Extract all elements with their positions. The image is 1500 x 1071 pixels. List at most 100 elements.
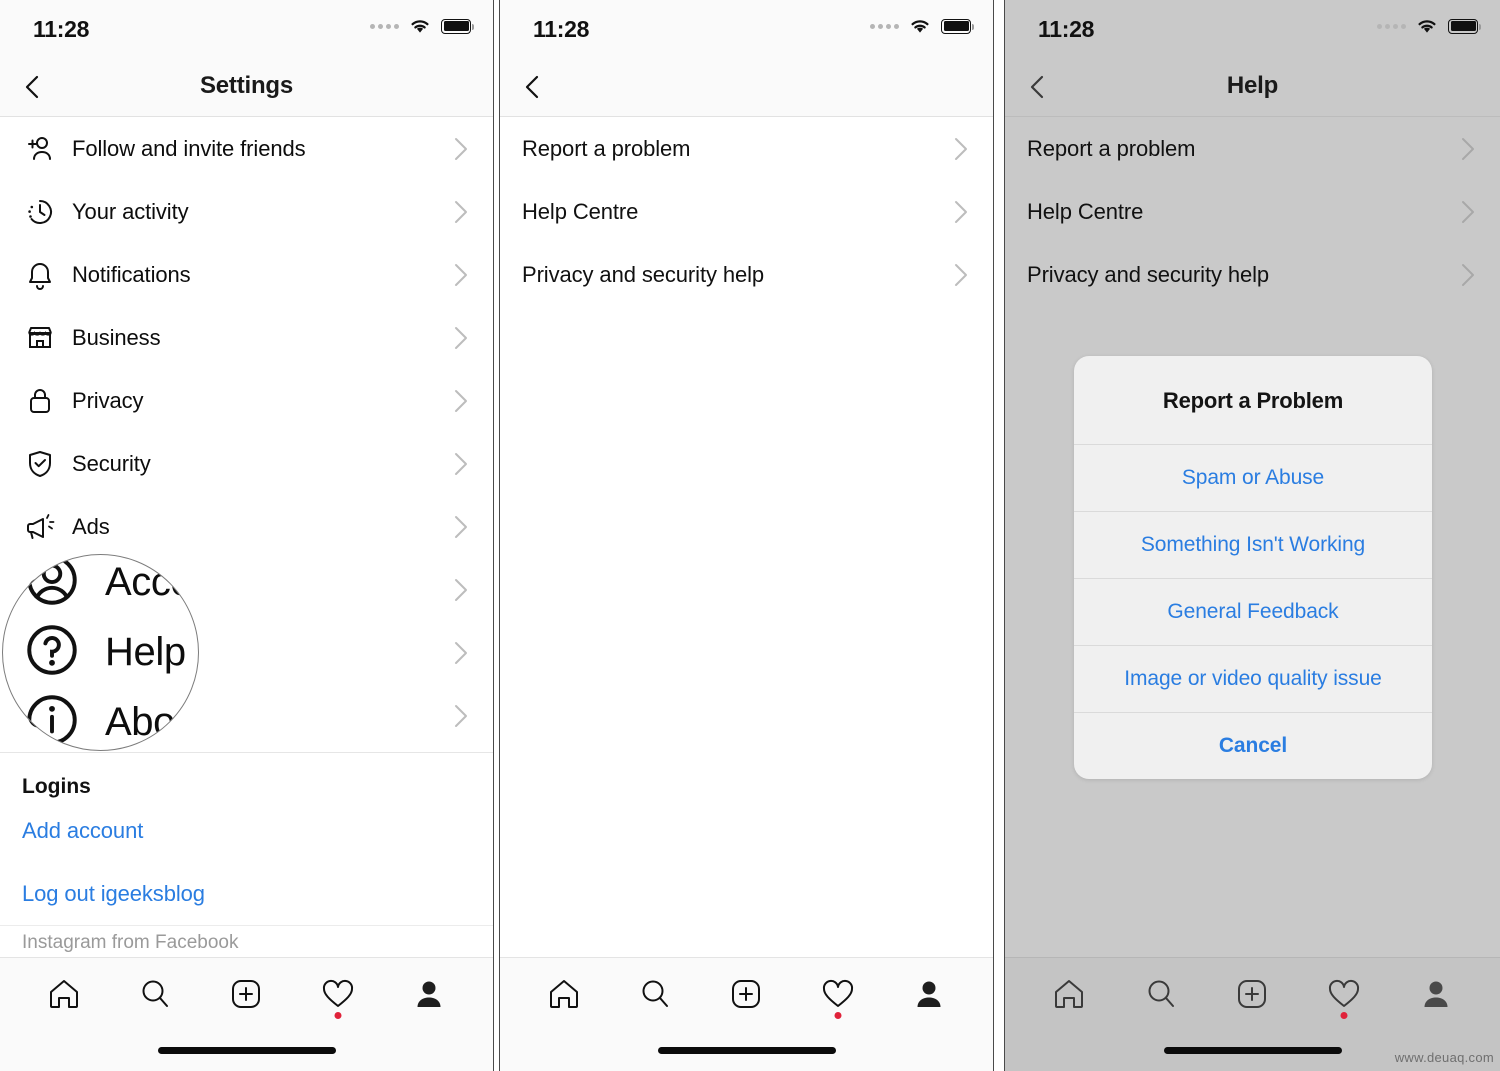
- tab-profile[interactable]: [905, 970, 953, 1018]
- panel-divider: [499, 0, 500, 1071]
- add-post-icon: [1238, 980, 1267, 1008]
- battery-icon: [941, 18, 974, 34]
- action-sheet-option-spam-abuse[interactable]: Spam or Abuse: [1074, 444, 1432, 511]
- settings-row-follow-invite[interactable]: Follow and invite friends: [0, 117, 493, 180]
- panel-divider: [1004, 0, 1005, 1071]
- tab-profile[interactable]: [1412, 970, 1460, 1018]
- tab-home[interactable]: [40, 970, 88, 1018]
- panel-divider: [993, 0, 994, 1071]
- chevron-right-icon: [1461, 263, 1475, 287]
- magnifier-help-label: Help: [105, 630, 186, 674]
- add-account-link[interactable]: Add account: [0, 799, 493, 862]
- settings-row-business[interactable]: Business: [0, 306, 493, 369]
- bottom-tab-bar: [0, 957, 493, 1071]
- help-row-privacy-security[interactable]: Privacy and security help: [500, 243, 993, 306]
- log-out-link[interactable]: Log out igeeksblog: [0, 862, 493, 925]
- tab-search[interactable]: [131, 970, 179, 1018]
- settings-row-label: Notifications: [72, 261, 191, 287]
- action-sheet-option-image-video-quality[interactable]: Image or video quality issue: [1074, 645, 1432, 712]
- status-time: 11:28: [1038, 16, 1095, 42]
- tab-add-post[interactable]: [722, 970, 770, 1018]
- status-bar: 11:28: [1005, 0, 1500, 58]
- chevron-right-icon: [454, 641, 468, 665]
- home-icon: [49, 980, 78, 1008]
- action-sheet-option-something-isnt-working[interactable]: Something Isn't Working: [1074, 511, 1432, 578]
- phone-panel-help-zoom: 11:28 Report a problem Help Centre Priva…: [500, 0, 993, 1071]
- clock-icon: [22, 197, 58, 227]
- action-sheet-cancel-button[interactable]: Cancel: [1074, 712, 1432, 779]
- chevron-right-icon: [454, 389, 468, 413]
- settings-row-your-activity[interactable]: Your activity: [0, 180, 493, 243]
- chevron-right-icon: [954, 263, 968, 287]
- settings-row-label: Follow and invite friends: [72, 135, 306, 161]
- bottom-tab-bar: [500, 957, 993, 1071]
- home-icon: [549, 980, 578, 1008]
- settings-row-ads[interactable]: Ads: [0, 495, 493, 558]
- battery-icon: [441, 18, 474, 34]
- settings-row-label: Privacy: [72, 387, 144, 413]
- tab-activity[interactable]: [314, 970, 362, 1019]
- action-sheet-title: Report a Problem: [1162, 388, 1344, 413]
- chevron-right-icon: [454, 578, 468, 602]
- status-bar: 11:28: [0, 0, 493, 58]
- help-row-help-centre[interactable]: Help Centre: [1005, 180, 1500, 243]
- chevron-right-icon: [454, 137, 468, 161]
- help-row-report-problem[interactable]: Report a problem: [1005, 117, 1500, 180]
- help-list: Report a problem Help Centre Privacy and…: [1005, 117, 1500, 306]
- settings-row-label: Your activity: [72, 198, 189, 224]
- nav-bar-help: Help: [1005, 58, 1500, 117]
- home-indicator: [1163, 1047, 1342, 1054]
- status-indicators: [370, 17, 474, 35]
- wifi-icon: [908, 17, 932, 35]
- settings-row-security[interactable]: Security: [0, 432, 493, 495]
- help-row-report-problem[interactable]: Report a problem: [500, 117, 993, 180]
- tab-search[interactable]: [631, 970, 679, 1018]
- help-row-privacy-security[interactable]: Privacy and security help: [1005, 243, 1500, 306]
- person-circle-icon: [21, 555, 83, 616]
- lock-icon: [22, 386, 58, 416]
- status-bar: 11:28: [500, 0, 993, 58]
- action-sheet-option-general-feedback[interactable]: General Feedback: [1074, 578, 1432, 645]
- profile-icon: [417, 981, 441, 1007]
- profile-icon: [917, 981, 941, 1007]
- status-indicators: [1377, 17, 1481, 35]
- activity-badge-dot: [834, 1012, 842, 1019]
- tab-home[interactable]: [1045, 970, 1093, 1018]
- shield-check-icon: [22, 449, 58, 479]
- tab-add-post[interactable]: [222, 970, 270, 1018]
- settings-row-notifications[interactable]: Notifications: [0, 243, 493, 306]
- tab-home[interactable]: [540, 970, 588, 1018]
- help-row-help-centre[interactable]: Help Centre: [500, 180, 993, 243]
- help-row-label: Privacy and security help: [522, 261, 765, 287]
- footnote-divider: [0, 925, 493, 926]
- signal-dots-icon: [870, 23, 899, 29]
- settings-row-label: Business: [72, 324, 161, 350]
- search-icon: [1148, 980, 1174, 1007]
- page-title: Help: [1226, 72, 1279, 99]
- activity-badge-dot: [334, 1012, 342, 1019]
- back-chevron-icon[interactable]: [518, 72, 548, 102]
- panel-divider: [493, 0, 494, 1071]
- tab-profile[interactable]: [405, 970, 453, 1018]
- signal-dots-icon: [370, 23, 399, 29]
- chevron-right-icon: [954, 200, 968, 224]
- info-circle-icon: [21, 689, 83, 750]
- add-person-icon: [22, 134, 58, 164]
- settings-row-privacy[interactable]: Privacy: [0, 369, 493, 432]
- chevron-right-icon: [454, 704, 468, 728]
- magnifier-account-label: Account: [105, 560, 198, 604]
- tab-add-post[interactable]: [1228, 970, 1276, 1018]
- tab-search[interactable]: [1137, 970, 1185, 1018]
- profile-icon: [1424, 981, 1448, 1007]
- phone-panel-settings: 11:28 Settings Follow and invite friends: [0, 0, 493, 1071]
- add-post-icon: [232, 980, 261, 1008]
- heart-icon: [822, 979, 853, 1007]
- store-icon: [22, 323, 58, 353]
- tab-activity[interactable]: [814, 970, 862, 1019]
- chevron-right-icon: [454, 452, 468, 476]
- phone-panel-report-problem: 11:28 Help Report a problem Help Centre …: [1005, 0, 1500, 1071]
- tab-activity[interactable]: [1320, 970, 1368, 1019]
- page-title: Settings: [199, 72, 294, 99]
- heart-icon: [322, 979, 353, 1007]
- battery-icon: [1448, 18, 1481, 34]
